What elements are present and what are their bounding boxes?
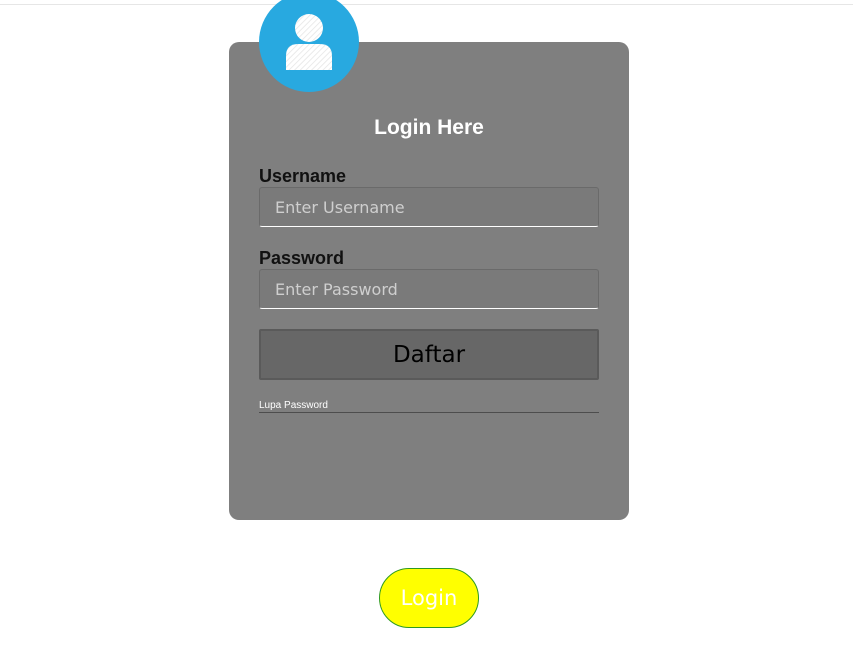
password-label: Password — [259, 248, 345, 268]
login-title: Login Here — [374, 116, 484, 139]
username-label: Username — [259, 166, 347, 186]
username-input[interactable] — [259, 187, 599, 227]
forgot-password-link[interactable]: Lupa Password — [259, 400, 599, 413]
password-input[interactable] — [259, 269, 599, 309]
top-divider — [0, 4, 853, 5]
login-button[interactable]: Login — [379, 568, 479, 628]
register-button[interactable]: Daftar — [259, 329, 599, 380]
